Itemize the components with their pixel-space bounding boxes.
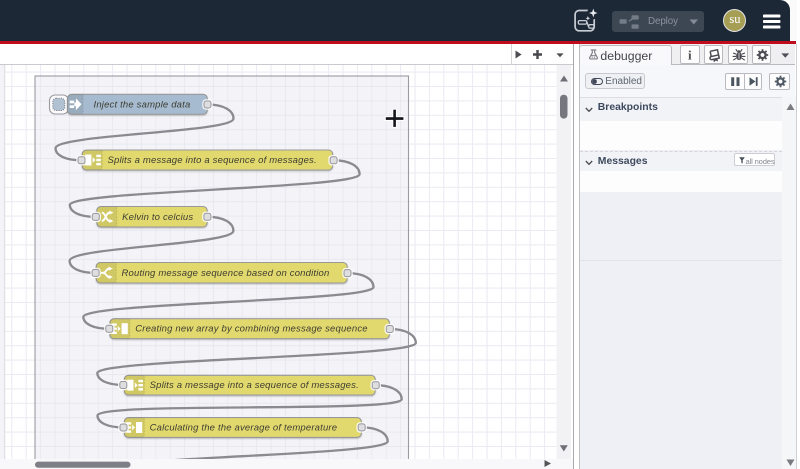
svg-text:Routing message sequence based: Routing message sequence based on condit… — [122, 268, 330, 279]
svg-text:Splits a message into a sequen: Splits a message into a sequence of mess… — [150, 380, 359, 391]
svg-text:i: i — [688, 48, 692, 63]
svg-text:Splits a message into a sequen: Splits a message into a sequence of mess… — [108, 155, 317, 166]
svg-text:Creating new array by combinin: Creating new array by combining message … — [135, 324, 368, 335]
svg-text:Inject the sample data: Inject the sample data — [94, 99, 191, 110]
svg-text:Calculating the the average of: Calculating the the average of temperatu… — [150, 423, 338, 434]
svg-text:Kelvin to celcius: Kelvin to celcius — [122, 212, 193, 223]
